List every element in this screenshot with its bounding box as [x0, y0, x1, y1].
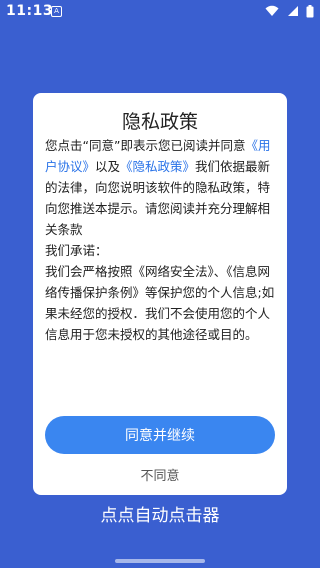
and-text: 以及 — [95, 159, 121, 174]
notification-icon: A — [51, 6, 62, 17]
status-time: 11:13 — [6, 3, 54, 19]
intro-text: 您点击“同意”即表示您已阅读并同意 — [45, 138, 246, 153]
paragraph-2: 我们会严格按照《网络安全法》、《信息网络传播保护条例》等保护您的个人信息;如果未… — [45, 264, 275, 342]
disagree-button[interactable]: 不同意 — [33, 465, 287, 484]
agree-continue-button[interactable]: 同意并继续 — [45, 416, 275, 454]
commitment-text: 我们承诺： — [45, 243, 108, 258]
wifi-icon — [265, 5, 279, 16]
gesture-nav-handle[interactable] — [115, 559, 205, 563]
privacy-dialog: 隐私政策 您点击“同意”即表示您已阅读并同意《用户协议》以及《隐私政策》我们依据… — [33, 93, 287, 495]
battery-icon — [306, 5, 314, 18]
status-icons — [262, 5, 314, 19]
signal-icon — [287, 6, 298, 16]
privacy-policy-link[interactable]: 《隐私政策》 — [120, 159, 195, 174]
status-bar: 11:13 A — [0, 0, 320, 24]
dialog-body: 您点击“同意”即表示您已阅读并同意《用户协议》以及《隐私政策》我们依据最新的法律… — [45, 135, 279, 345]
dialog-title: 隐私政策 — [121, 111, 198, 133]
app-name: 点点自动点击器 — [100, 506, 220, 526]
